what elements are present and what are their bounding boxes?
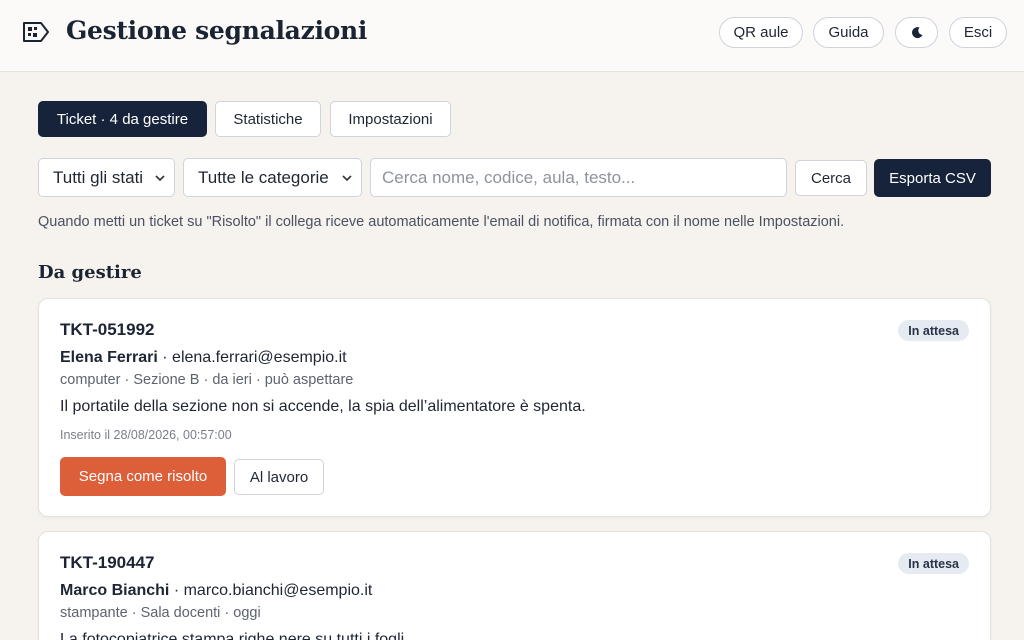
ticket-inserted-date: Inserito il 28/08/2026, 00:57:00 [60, 428, 232, 442]
requester-email: · marco.bianchi@esempio.it [173, 582, 373, 599]
tab-settings[interactable]: Impostazioni [330, 101, 451, 137]
status-filter-select[interactable]: Tutti gli stati [38, 158, 175, 197]
status-badge: In attesa [898, 320, 969, 341]
ticket-description: La fotocopiatrice stampa righe nere su t… [60, 631, 409, 640]
in-progress-button[interactable]: Al lavoro [234, 459, 324, 495]
page-title: Gestione segnalazioni [66, 16, 368, 45]
section-title: Da gestire [38, 262, 142, 283]
requester-name: Marco Bianchi [60, 582, 170, 599]
moon-icon [911, 26, 922, 38]
ticket-requester: Elena Ferrari · elena.ferrari@esempio.it [60, 349, 347, 367]
status-filter-value: Tutti gli stati [53, 167, 144, 187]
requester-name: Elena Ferrari [60, 349, 158, 366]
ticket-meta: computer · Sezione B · da ieri · può asp… [60, 372, 354, 388]
ticket-code: TKT-190447 [60, 553, 155, 572]
ticket-requester: Marco Bianchi · marco.bianchi@esempio.it [60, 582, 372, 600]
chevron-down-icon [155, 175, 165, 182]
ticket-code: TKT-051992 [60, 320, 155, 339]
search-button[interactable]: Cerca [795, 160, 867, 196]
ticket-qr-icon [23, 22, 49, 42]
ticket-card: TKT-190447 In attesa Marco Bianchi · mar… [38, 531, 991, 640]
app-header: Gestione segnalazioni QR aule Guida Esci [0, 0, 1024, 72]
guide-button[interactable]: Guida [813, 17, 884, 48]
ticket-meta: stampante · Sala docenti · oggi [60, 605, 261, 621]
mark-resolved-button[interactable]: Segna come risolto [60, 457, 226, 496]
requester-email: · elena.ferrari@esempio.it [162, 349, 347, 366]
ticket-card: TKT-051992 In attesa Elena Ferrari · ele… [38, 298, 991, 517]
export-csv-button[interactable]: Esporta CSV [874, 159, 991, 197]
qr-rooms-button[interactable]: QR aule [719, 17, 803, 48]
search-input[interactable]: Cerca nome, codice, aula, testo... [370, 158, 787, 197]
theme-toggle-button[interactable] [895, 17, 938, 48]
logout-button[interactable]: Esci [949, 17, 1007, 48]
tab-tickets[interactable]: Ticket · 4 da gestire [38, 101, 207, 137]
category-filter-select[interactable]: Tutte le categorie [183, 158, 362, 197]
chevron-down-icon [342, 175, 352, 182]
status-badge: In attesa [898, 553, 969, 574]
notice-text: Quando metti un ticket su "Risolto" il c… [38, 214, 845, 230]
category-filter-value: Tutte le categorie [198, 167, 329, 187]
tab-statistics[interactable]: Statistiche [215, 101, 321, 137]
ticket-description: Il portatile della sezione non si accend… [60, 398, 586, 415]
